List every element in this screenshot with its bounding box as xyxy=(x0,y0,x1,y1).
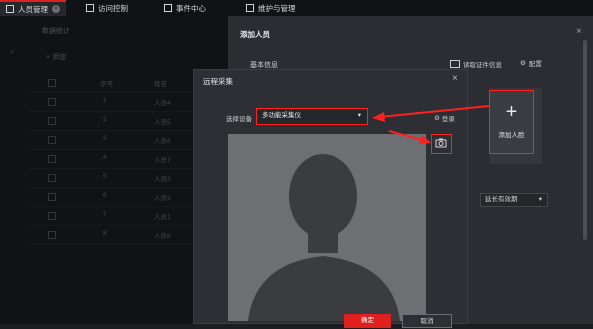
arrow-to-capture xyxy=(388,130,427,142)
annotation-arrows xyxy=(372,105,490,144)
arrowhead xyxy=(419,135,431,144)
arrowhead xyxy=(372,112,385,122)
arrow-to-device-select xyxy=(379,105,490,118)
